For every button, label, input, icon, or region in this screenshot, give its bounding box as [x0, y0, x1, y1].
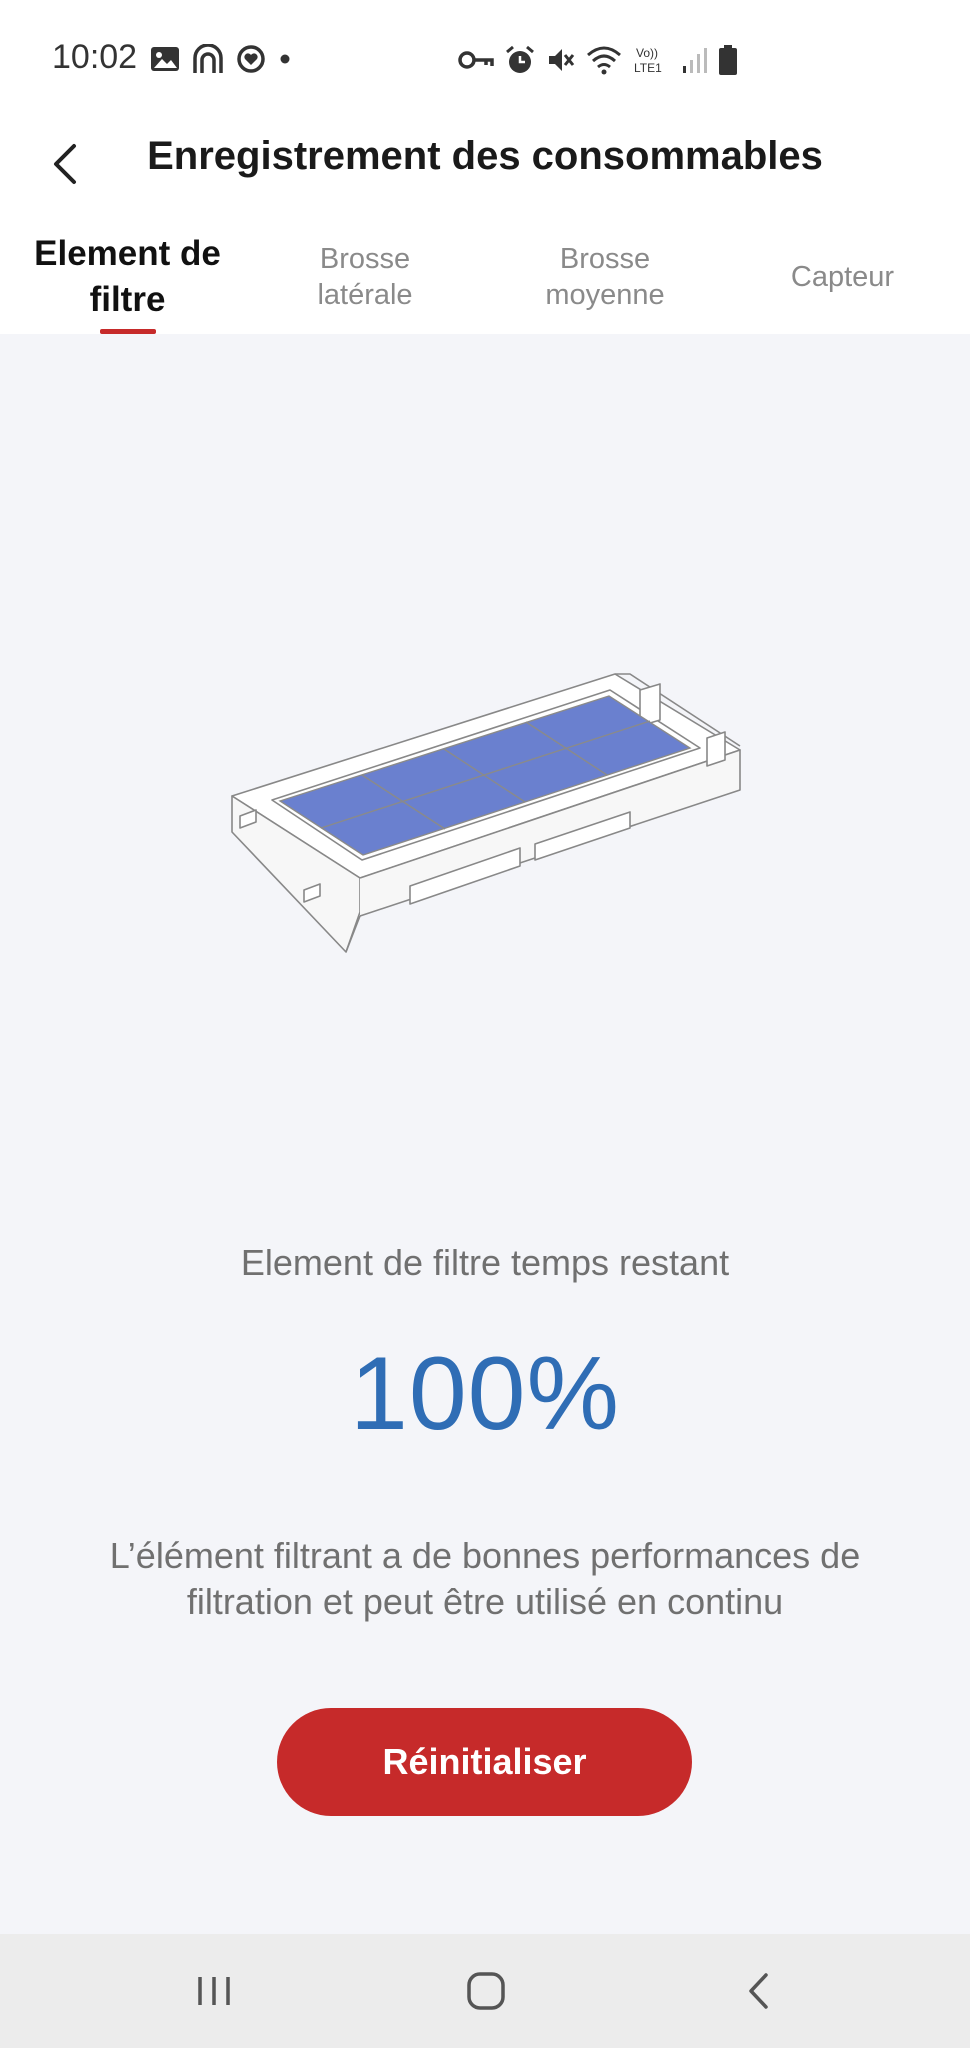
tab-filter-element[interactable]: Element de filtre [10, 220, 245, 334]
consumable-tabs: Element de filtre Brosse latérale Brosse… [0, 220, 970, 334]
mute-icon [546, 45, 576, 80]
dot-icon [278, 52, 292, 71]
tab-label: Brosse latérale [317, 243, 413, 311]
tab-side-brush[interactable]: Brosse latérale [245, 220, 485, 334]
reset-button[interactable]: Réinitialiser [277, 1708, 692, 1816]
svg-text:LTE1: LTE1 [634, 61, 662, 75]
status-right-icons: Vo)) LTE1 [458, 44, 738, 81]
home-button[interactable] [446, 1954, 526, 2028]
remaining-percent: 100% [350, 1336, 620, 1452]
filter-element-illustration [220, 660, 750, 960]
recents-icon [198, 1977, 230, 2005]
recents-button[interactable] [174, 1954, 254, 2028]
alarm-icon [504, 44, 536, 81]
tab-sensor[interactable]: Capteur [725, 220, 960, 334]
page-title: Enregistrement des consommables [147, 134, 823, 178]
active-tab-indicator [99, 329, 156, 334]
signal-icon [682, 46, 708, 79]
heart-app-icon [236, 44, 266, 79]
back-nav-button[interactable] [718, 1954, 798, 2028]
arch-app-icon [192, 43, 224, 79]
remaining-time-label: Element de filtre temps restant [240, 1242, 730, 1283]
tab-main-brush[interactable]: Brosse moyenne [485, 220, 725, 334]
battery-icon [718, 44, 738, 81]
back-button[interactable] [40, 134, 90, 194]
gallery-icon [150, 46, 180, 77]
tab-label: Capteur [790, 261, 895, 293]
status-bar: 10:02 Vo)) LTE1 [0, 0, 970, 120]
filter-status-description: L’élément filtrant a de bonnes performan… [109, 1535, 861, 1622]
system-navigation-bar [0, 1934, 970, 2048]
back-nav-icon [749, 1973, 768, 2009]
wifi-icon [586, 45, 622, 80]
vpn-key-icon [458, 49, 494, 76]
app-header: Enregistrement des consommables [0, 120, 970, 220]
volte-icon: Vo)) LTE1 [632, 45, 672, 80]
status-time: 10:02 [52, 38, 138, 76]
tab-label: Brosse moyenne [545, 243, 665, 311]
svg-text:Vo)): Vo)) [636, 46, 658, 60]
back-arrow-icon [54, 144, 76, 184]
tab-label: Element de filtre [34, 234, 221, 319]
status-left-icons [150, 43, 292, 79]
home-icon [467, 1972, 505, 2010]
